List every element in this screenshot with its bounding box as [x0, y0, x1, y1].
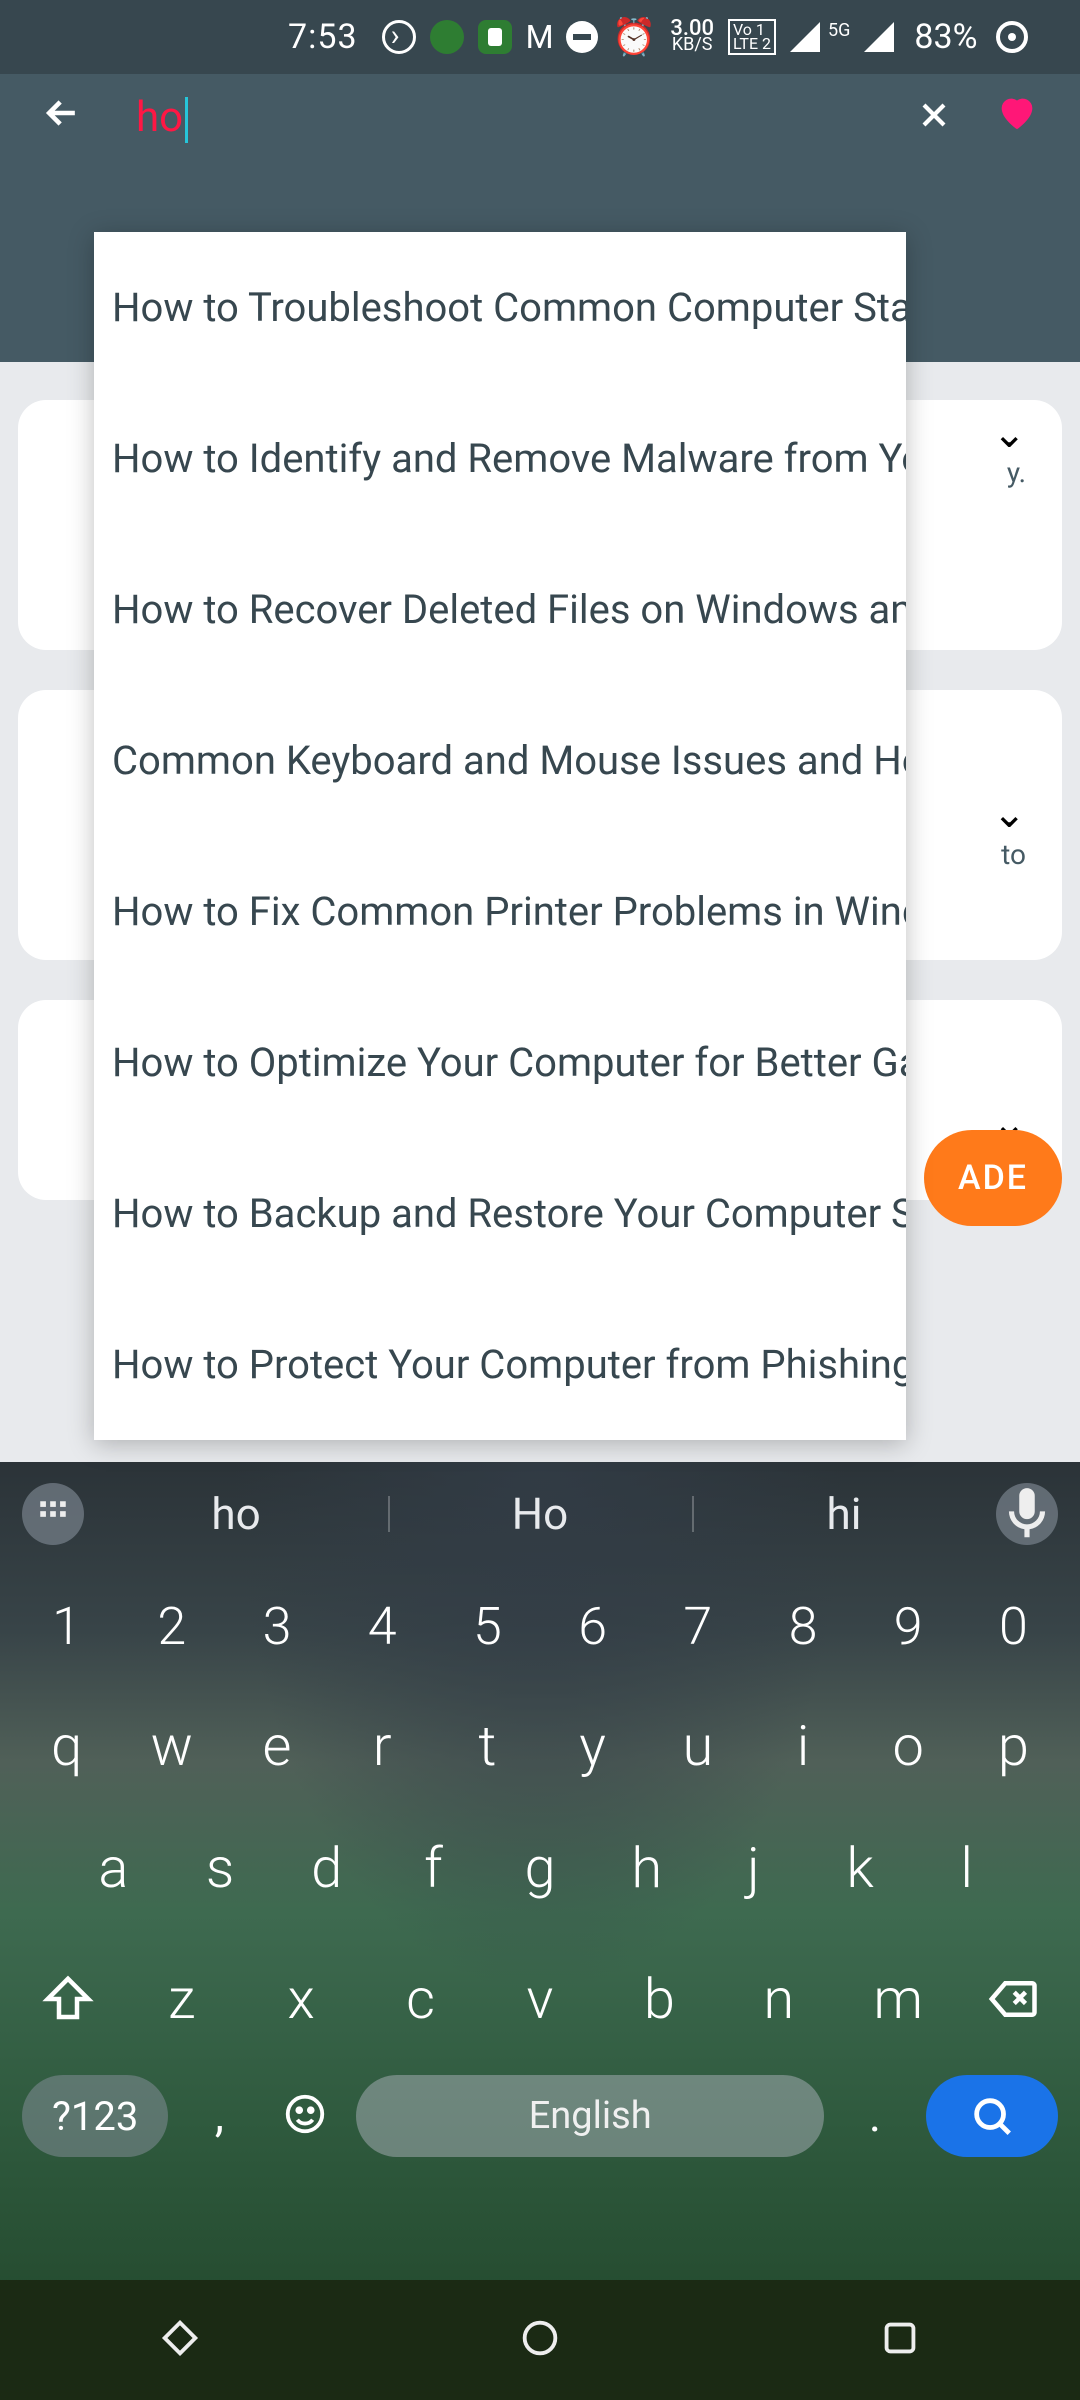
search-input[interactable]: ho [136, 93, 886, 143]
key-u[interactable]: u [645, 1713, 750, 1779]
signal-icon-2 [864, 22, 894, 52]
key-i[interactable]: i [750, 1713, 855, 1779]
nav-recents-button[interactable] [877, 2315, 923, 2365]
key-y[interactable]: y [540, 1713, 645, 1779]
upgrade-button-fragment[interactable]: ADE [924, 1130, 1062, 1226]
key-0[interactable]: 0 [961, 1596, 1066, 1657]
search-query-text: ho [136, 93, 183, 142]
key-f[interactable]: f [380, 1835, 487, 1901]
key-a[interactable]: a [60, 1835, 167, 1901]
shift-key[interactable] [14, 1955, 122, 2043]
clear-search-button[interactable] [886, 78, 982, 159]
alarm-icon: ⏰ [612, 16, 657, 58]
nav-home-button[interactable] [517, 2315, 563, 2365]
key-d[interactable]: d [273, 1835, 380, 1901]
keyboard-prediction[interactable]: hi [692, 1488, 996, 1540]
key-5[interactable]: 5 [435, 1596, 540, 1657]
gmail-icon: M [526, 18, 552, 56]
battery-percentage: 83% [914, 17, 977, 57]
emoji-key[interactable] [270, 2091, 340, 2141]
status-bar: 7:53 M ⏰ 3.00 KB/S Vo 1 LTE 2 5G 83% [0, 0, 1080, 74]
keyboard-menu-button[interactable] [22, 1483, 84, 1545]
search-header: ho [0, 74, 1080, 162]
key-e[interactable]: e [224, 1713, 329, 1779]
key-6[interactable]: 6 [540, 1596, 645, 1657]
key-h[interactable]: h [593, 1835, 700, 1901]
system-navbar [0, 2280, 1080, 2400]
key-2[interactable]: 2 [119, 1596, 224, 1657]
soft-keyboard: ho Ho hi 1 2 3 4 5 6 7 8 9 0 q w e r t y… [0, 1462, 1080, 2400]
network-5g-label: 5G [828, 20, 850, 41]
key-l[interactable]: l [913, 1835, 1020, 1901]
key-o[interactable]: o [856, 1713, 961, 1779]
comma-key[interactable]: , [184, 2089, 254, 2143]
volte-icon: Vo 1 LTE 2 [728, 19, 776, 55]
bg-text-fragment: y. [1007, 456, 1026, 489]
key-4[interactable]: 4 [330, 1596, 435, 1657]
battery-icon [996, 21, 1028, 53]
status-time: 7:53 [288, 17, 358, 57]
suggestion-item[interactable]: How to Fix Common Printer Problems in Wi… [94, 836, 906, 987]
search-enter-key[interactable] [926, 2075, 1058, 2157]
suggestion-item[interactable]: How to Identify and Remove Malware from … [94, 383, 906, 534]
key-3[interactable]: 3 [224, 1596, 329, 1657]
key-q[interactable]: q [14, 1713, 119, 1779]
key-v[interactable]: v [480, 1966, 599, 2032]
suggestion-item[interactable]: Common Keyboard and Mouse Issues and How… [94, 685, 906, 836]
key-j[interactable]: j [700, 1835, 807, 1901]
data-rate-indicator: 3.00 KB/S [670, 21, 714, 53]
key-c[interactable]: c [361, 1966, 480, 2032]
suggestion-item[interactable]: How to Recover Deleted Files on Windows … [94, 534, 906, 685]
signal-icon-1 [790, 22, 820, 52]
suggestion-item[interactable]: How to Optimize Your Computer for Better… [94, 987, 906, 1138]
nav-back-button[interactable] [157, 2315, 203, 2365]
search-suggestions-dropdown: How to Troubleshoot Common Computer Star… [94, 232, 906, 1440]
suggestion-item[interactable]: How to Troubleshoot Common Computer Star… [94, 232, 906, 383]
key-p[interactable]: p [961, 1713, 1066, 1779]
keyboard-prediction[interactable]: Ho [388, 1488, 692, 1540]
key-z[interactable]: z [122, 1966, 241, 2032]
key-m[interactable]: m [839, 1966, 958, 2032]
key-w[interactable]: w [119, 1713, 224, 1779]
bg-text-fragment: to [1001, 838, 1026, 871]
key-n[interactable]: n [719, 1966, 838, 2032]
back-button[interactable] [28, 78, 96, 159]
dnd-icon [566, 21, 598, 53]
text-caret [185, 97, 188, 143]
key-k[interactable]: k [807, 1835, 914, 1901]
key-1[interactable]: 1 [14, 1596, 119, 1657]
favorites-button[interactable] [982, 77, 1052, 159]
key-8[interactable]: 8 [750, 1596, 855, 1657]
key-s[interactable]: s [167, 1835, 274, 1901]
status-app-icon-3 [478, 20, 512, 54]
status-app-icon [382, 20, 416, 54]
key-x[interactable]: x [241, 1966, 360, 2032]
space-key[interactable]: English [356, 2075, 824, 2157]
status-app-icon-2 [430, 20, 464, 54]
chevron-down-icon[interactable]: ⌄ [992, 410, 1026, 457]
key-r[interactable]: r [330, 1713, 435, 1779]
key-b[interactable]: b [600, 1966, 719, 2032]
period-key[interactable]: . [840, 2089, 910, 2143]
suggestion-item[interactable]: How to Protect Your Computer from Phishi… [94, 1289, 906, 1440]
symbols-key[interactable]: ?123 [22, 2075, 168, 2157]
suggestion-item[interactable]: How to Backup and Restore Your Computer … [94, 1138, 906, 1289]
chevron-down-icon[interactable]: ⌄ [992, 790, 1026, 837]
keyboard-prediction[interactable]: ho [84, 1488, 388, 1540]
key-9[interactable]: 9 [856, 1596, 961, 1657]
voice-input-button[interactable] [996, 1483, 1058, 1545]
key-7[interactable]: 7 [645, 1596, 750, 1657]
backspace-key[interactable] [958, 1955, 1066, 2043]
key-g[interactable]: g [487, 1835, 594, 1901]
key-t[interactable]: t [435, 1713, 540, 1779]
